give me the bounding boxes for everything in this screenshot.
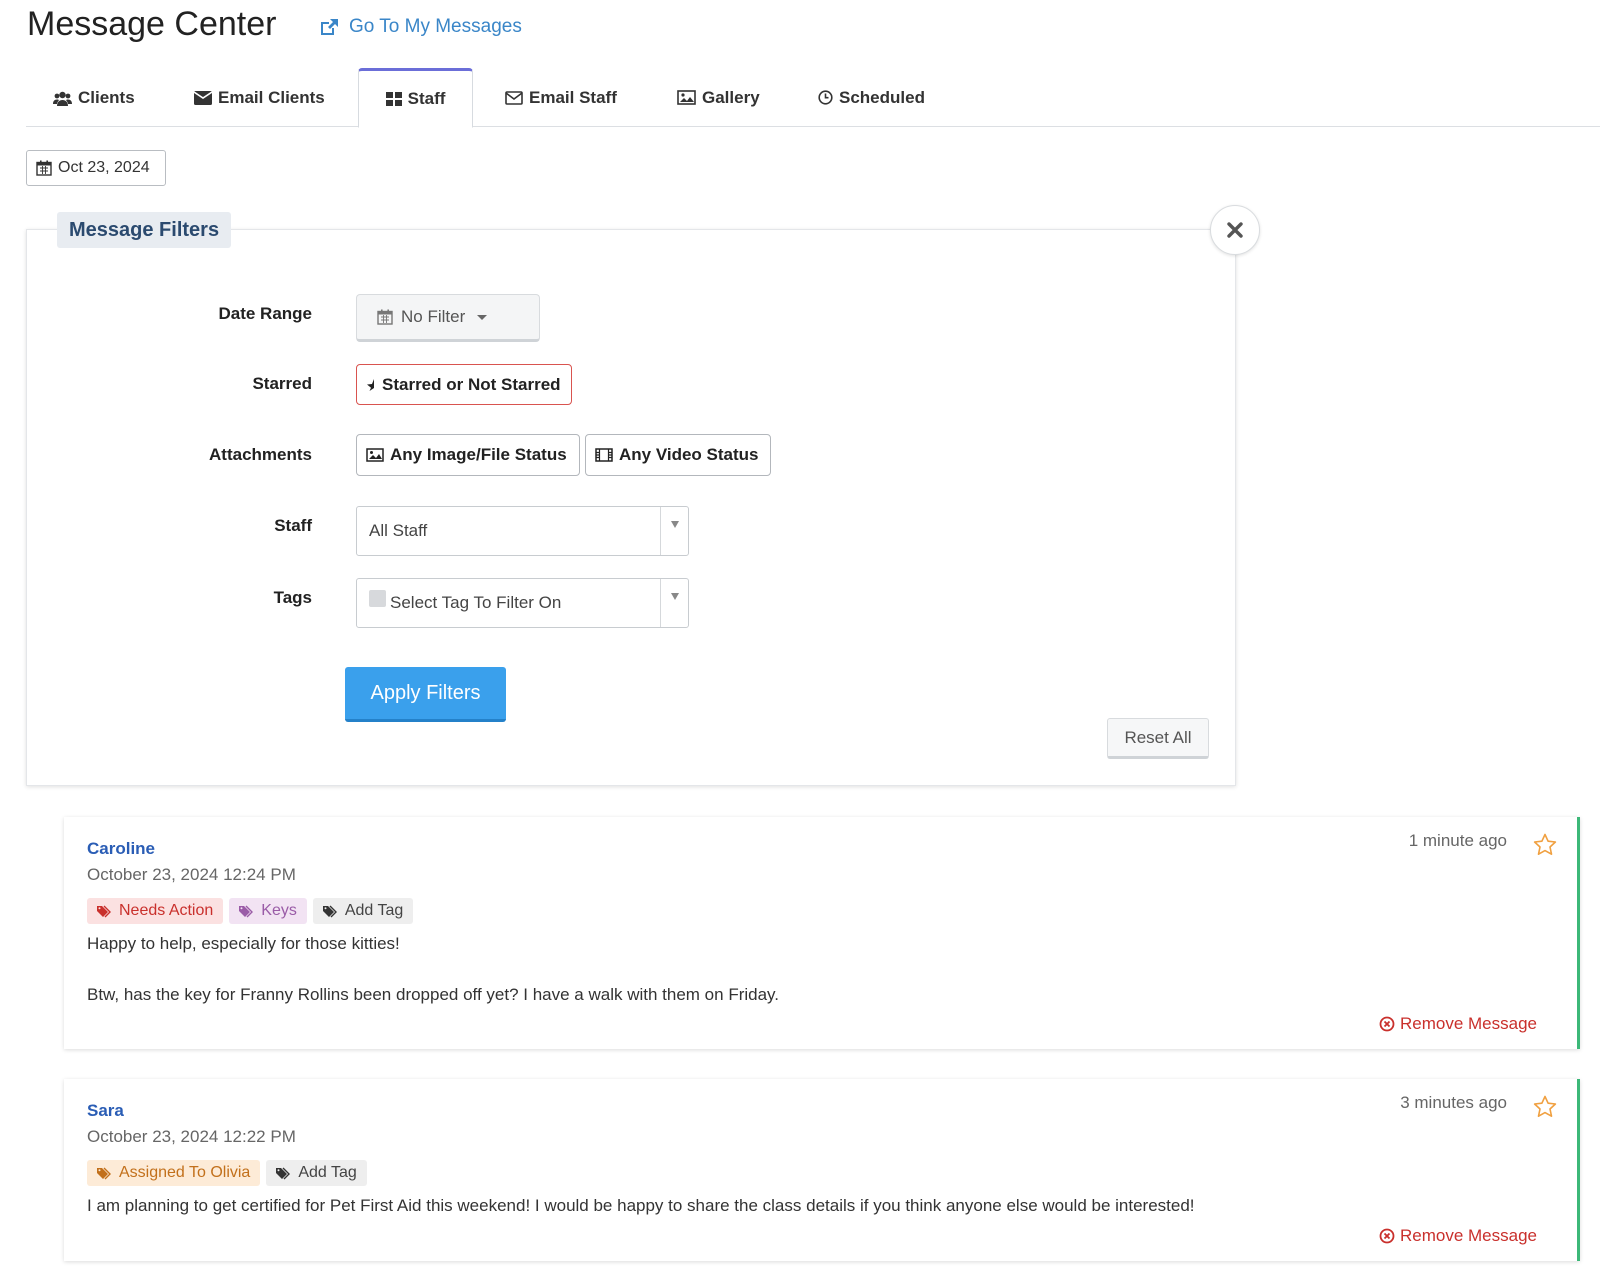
date-chip-label: Oct 23, 2024 [58, 159, 150, 176]
staff-select-value: All Staff [369, 521, 428, 540]
message-sender[interactable]: Caroline [87, 839, 155, 859]
half-star-icon [366, 378, 376, 392]
tags-icon [97, 905, 114, 918]
clock-icon [818, 90, 833, 105]
users-icon [53, 90, 72, 106]
tab-scheduled-label: Scheduled [839, 87, 925, 107]
calendar-icon [377, 309, 393, 325]
tag-label: Keys [261, 902, 297, 919]
staff-select[interactable]: All Staff [356, 506, 689, 556]
dropdown-arrow-icon [660, 579, 688, 627]
image-icon [366, 448, 384, 462]
envelope-outline-icon [505, 90, 523, 105]
remove-message-label: Remove Message [1399, 1226, 1537, 1245]
image-file-status-label: Any Image/File Status [390, 445, 567, 464]
film-icon [595, 448, 613, 462]
tab-email-staff-label: Email Staff [529, 87, 617, 107]
message-date: October 23, 2024 12:22 PM [87, 1127, 296, 1146]
external-link-icon [318, 17, 340, 37]
message-body-line: Btw, has the key for Franny Rollins been… [87, 985, 780, 1004]
calendar-icon [36, 160, 52, 176]
star-icon[interactable] [1533, 833, 1557, 856]
message-date: October 23, 2024 12:24 PM [87, 865, 296, 884]
starred-label: Starred [252, 374, 312, 393]
date-picker-button[interactable]: Oct 23, 2024 [26, 150, 166, 186]
go-to-my-messages-label: Go To My Messages [349, 16, 522, 37]
tab-scheduled[interactable]: Scheduled [818, 68, 925, 127]
message-card: Sara October 23, 2024 12:22 PM 3 minutes… [64, 1079, 1580, 1261]
message-filters-legend: Message Filters [57, 212, 232, 248]
tag-label: Assigned To Olivia [119, 1164, 251, 1181]
tab-email-clients-label: Email Clients [218, 87, 325, 107]
tags-label: Tags [273, 588, 312, 607]
tab-email-staff[interactable]: Email Staff [505, 68, 617, 127]
date-range-label: Date Range [218, 304, 312, 323]
dropdown-arrow-icon [660, 507, 688, 555]
tags-icon [276, 1167, 293, 1180]
starred-filter-button[interactable]: Starred or Not Starred [356, 364, 572, 405]
add-tag-label: Add Tag [344, 902, 404, 919]
remove-message-button[interactable]: Remove Message [1379, 1014, 1537, 1034]
star-icon[interactable] [1533, 1095, 1557, 1118]
add-tag-label: Add Tag [298, 1164, 357, 1181]
tag-needs-action[interactable]: Needs Action [87, 898, 224, 924]
tags-icon [322, 905, 340, 918]
tag-keys[interactable]: Keys [229, 898, 307, 924]
message-tags: Assigned To Olivia Add Tag [87, 1160, 367, 1186]
image-file-status-button[interactable]: Any Image/File Status [356, 434, 580, 476]
starred-filter-label: Starred or Not Starred [382, 374, 561, 394]
remove-circle-icon [1379, 1228, 1395, 1244]
video-status-label: Any Video Status [619, 445, 759, 464]
tab-email-clients[interactable]: Email Clients [194, 68, 325, 127]
message-time-ago: 3 minutes ago [1400, 1093, 1507, 1112]
image-icon [677, 90, 696, 105]
add-tag-button[interactable]: Add Tag [266, 1160, 367, 1186]
tags-icon [97, 1167, 114, 1180]
grid-icon [385, 92, 402, 106]
add-tag-button[interactable]: Add Tag [312, 898, 414, 924]
remove-circle-icon [1379, 1016, 1395, 1032]
tab-staff-label: Staff [407, 89, 446, 108]
message-card: Caroline October 23, 2024 12:24 PM 1 min… [64, 817, 1580, 1049]
envelope-icon [194, 90, 212, 105]
video-status-button[interactable]: Any Video Status [585, 434, 771, 476]
tab-gallery-label: Gallery [702, 87, 760, 107]
page-title: Message Center [27, 5, 277, 43]
close-filters-button[interactable] [1210, 205, 1260, 255]
caret-down-icon [477, 314, 488, 320]
close-icon [1227, 222, 1243, 238]
reset-all-button[interactable]: Reset All [1107, 718, 1209, 759]
date-range-dropdown[interactable]: No Filter [356, 294, 540, 342]
tag-checkbox-icon [369, 589, 386, 607]
tags-select-placeholder: Select Tag To Filter On [390, 593, 562, 612]
message-body-line: I am planning to get certified for Pet F… [87, 1196, 1195, 1215]
staff-label: Staff [274, 516, 312, 535]
tab-clients[interactable]: Clients [53, 68, 135, 127]
tab-gallery[interactable]: Gallery [677, 68, 760, 127]
remove-message-button[interactable]: Remove Message [1379, 1226, 1537, 1246]
message-tags: Needs Action Keys Add Tag [87, 898, 414, 924]
tags-select[interactable]: Select Tag To Filter On [356, 578, 689, 628]
tab-bar: Clients Email Clients Staff Email Staff … [26, 68, 1600, 128]
go-to-my-messages-link[interactable]: Go To My Messages [318, 16, 522, 38]
remove-message-label: Remove Message [1399, 1014, 1537, 1033]
apply-filters-button[interactable]: Apply Filters [345, 667, 506, 722]
tags-icon [239, 905, 256, 918]
attachments-label: Attachments [209, 445, 312, 464]
message-body-line: Happy to help, especially for those kitt… [87, 934, 400, 953]
tag-assigned-to-olivia[interactable]: Assigned To Olivia [87, 1160, 261, 1186]
message-sender[interactable]: Sara [87, 1101, 124, 1121]
tab-clients-label: Clients [78, 87, 135, 107]
tag-label: Needs Action [119, 902, 214, 919]
message-time-ago: 1 minute ago [1408, 831, 1507, 850]
tab-staff[interactable]: Staff [358, 68, 473, 128]
date-range-value: No Filter [401, 307, 466, 326]
